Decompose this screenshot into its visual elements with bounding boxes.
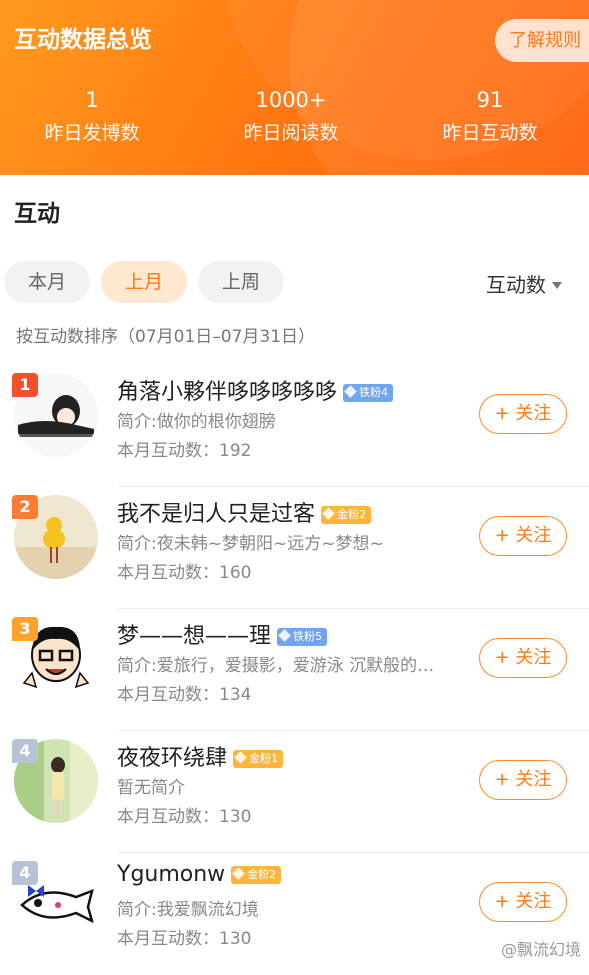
stat-value: 1	[85, 88, 99, 112]
watermark: @飘流幻境	[500, 940, 581, 959]
date-range-text: 按互动数排序（07月01日–07月31日）	[16, 327, 316, 347]
list-item[interactable]: 1 角落小夥伴哆哆哆哆哆 铁粉4 简介:做你的根你翅膀 本月互动数：192 + 关…	[0, 365, 589, 487]
gem-icon	[322, 507, 335, 520]
fan-badge: 金粉2	[231, 866, 282, 884]
stat-label: 昨日互动数	[442, 122, 538, 144]
gem-icon	[344, 385, 357, 398]
user-name[interactable]: 梦——想——理 铁粉5	[117, 618, 328, 650]
filter-this-month[interactable]: 本月	[4, 261, 90, 303]
user-bio: 简介:我爱飘流幻境	[117, 900, 259, 920]
user-bio: 暂无简介	[117, 778, 185, 798]
user-bio: 简介:夜未韩~梦朝阳~远方~梦想~	[117, 534, 384, 554]
page-title: 互动数据总览	[14, 27, 152, 53]
follow-button[interactable]: + 关注	[479, 638, 567, 678]
rank-badge: 4	[12, 861, 38, 885]
rank-badge: 4	[12, 739, 38, 763]
user-name[interactable]: Ygumonw 金粉2	[117, 862, 282, 887]
rank-badge: 3	[12, 617, 38, 641]
follow-button[interactable]: + 关注	[479, 516, 567, 556]
stat-posts: 1 昨日发博数	[0, 86, 190, 148]
interaction-count: 本月互动数：130	[117, 929, 252, 949]
gem-icon	[234, 751, 247, 764]
list-item[interactable]: 3 梦——想——理 铁粉5 简介:爱旅行，爱摄影，爱游泳 沉默般的… 本月互动数：…	[0, 609, 589, 731]
user-bio: 简介:爱旅行，爱摄影，爱游泳 沉默般的…	[117, 656, 435, 676]
follow-button[interactable]: + 关注	[479, 394, 567, 434]
sort-dropdown[interactable]: 互动数	[486, 269, 562, 298]
fan-badge: 金粉1	[233, 750, 284, 768]
stat-label: 昨日发博数	[44, 122, 140, 144]
stat-value: 1000+	[255, 88, 327, 112]
sort-label: 互动数	[486, 273, 546, 297]
user-bio: 简介:做你的根你翅膀	[117, 412, 276, 432]
filter-last-month[interactable]: 上月	[101, 261, 187, 303]
dropdown-arrow-icon	[552, 282, 562, 289]
interaction-count: 本月互动数：134	[117, 685, 252, 705]
interaction-count: 本月互动数：160	[117, 563, 252, 583]
rank-badge: 1	[12, 373, 38, 397]
user-name[interactable]: 我不是归人只是过客 金粉2	[117, 496, 372, 528]
interaction-count: 本月互动数：130	[117, 807, 252, 827]
list-item[interactable]: 4 夜夜环绕肆 金粉1 暂无简介 本月互动数：130 + 关注	[0, 731, 589, 853]
user-name[interactable]: 角落小夥伴哆哆哆哆哆 铁粉4	[117, 374, 394, 406]
fan-badge: 铁粉5	[277, 628, 328, 646]
gem-icon	[232, 867, 246, 880]
follow-button[interactable]: + 关注	[479, 882, 567, 922]
overview-header: 互动数据总览 了解规则 1 昨日发博数 1000+ 昨日阅读数 91 昨日互动数	[0, 0, 589, 175]
section-title: 互动	[14, 201, 60, 227]
fan-badge: 铁粉4	[343, 384, 394, 402]
user-name[interactable]: 夜夜环绕肆 金粉1	[117, 740, 284, 772]
gem-icon	[278, 629, 291, 642]
filter-last-week[interactable]: 上周	[198, 261, 284, 303]
stat-reads: 1000+ 昨日阅读数	[193, 86, 389, 148]
stat-interactions: 91 昨日互动数	[392, 86, 588, 148]
stat-value: 91	[476, 88, 504, 112]
list-item[interactable]: 2 我不是归人只是过客 金粉2 简介:夜未韩~梦朝阳~远方~梦想~ 本月互动数：1…	[0, 487, 589, 609]
follow-button[interactable]: + 关注	[479, 760, 567, 800]
rank-badge: 2	[12, 495, 38, 519]
stat-label: 昨日阅读数	[243, 122, 339, 144]
learn-rules-button[interactable]: 了解规则	[495, 19, 589, 62]
fan-badge: 金粉2	[321, 506, 372, 524]
interaction-count: 本月互动数：192	[117, 441, 252, 461]
